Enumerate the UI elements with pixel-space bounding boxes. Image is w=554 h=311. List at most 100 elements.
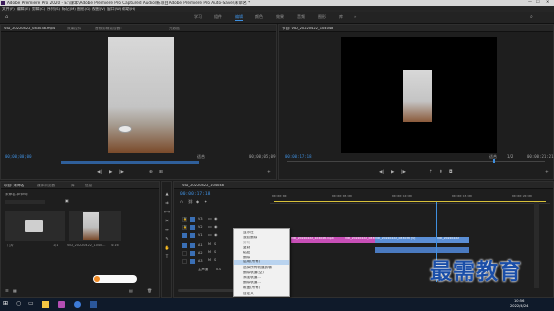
timeline-clip[interactable]: VID_20220422_083038 [V]: [375, 237, 437, 243]
task-view-icon[interactable]: ▭: [28, 301, 34, 307]
menu-marker[interactable]: 标记(M): [62, 7, 76, 11]
add-marker-icon[interactable]: ◆: [196, 200, 199, 204]
ime-toolbar[interactable]: [93, 275, 137, 283]
solo-button[interactable]: S: [214, 250, 216, 254]
workspace-editing[interactable]: 编辑: [235, 15, 243, 21]
eye-icon[interactable]: ◉: [214, 225, 218, 229]
mute-button[interactable]: M: [208, 250, 211, 254]
solo-button[interactable]: S: [214, 258, 216, 262]
menu-graphics[interactable]: 图形(G): [77, 7, 91, 11]
sync-lock-icon[interactable]: ▭: [208, 217, 212, 221]
timeline-clip[interactable]: VID_20220422: [437, 237, 469, 243]
lock-icon[interactable]: 🔒: [182, 217, 187, 222]
context-menu-item[interactable]: 剪切: [243, 241, 250, 245]
search-taskbar-icon[interactable]: ○: [16, 301, 21, 307]
timeline-clip[interactable]: VID_20220422_083038: [345, 237, 375, 243]
program-timecode-current[interactable]: 00:00:17:18: [285, 155, 312, 159]
menu-clip[interactable]: 剪辑(C): [32, 7, 45, 11]
lift-icon[interactable]: ⇡: [429, 170, 433, 176]
close-button[interactable]: ✕: [546, 0, 549, 4]
target-toggle[interactable]: [190, 233, 195, 238]
work-area-bar[interactable]: [274, 201, 546, 202]
export-frame-icon[interactable]: ◘: [449, 170, 453, 176]
workspace-effects[interactable]: 效果: [276, 15, 284, 19]
new-item-icon[interactable]: ▤: [129, 289, 133, 293]
tab-program[interactable]: 节目: VID_20220422_104048: [282, 27, 333, 31]
program-scrub-bar[interactable]: [287, 161, 545, 162]
insert-icon[interactable]: ⊕: [149, 170, 153, 176]
tab-source[interactable]: VID_20220422_083038.mp4: [4, 27, 60, 31]
workspace-learn[interactable]: 学习: [194, 15, 202, 19]
tab-info[interactable]: 信息: [85, 184, 92, 188]
tab-media-browser[interactable]: 媒体浏览器: [37, 184, 55, 188]
program-add-button-icon[interactable]: +: [545, 170, 549, 176]
word-icon[interactable]: [90, 301, 97, 308]
target-toggle[interactable]: [190, 251, 195, 256]
source-patch[interactable]: [182, 243, 187, 248]
source-patch[interactable]: [182, 233, 187, 238]
source-patch[interactable]: [182, 251, 187, 256]
program-play-icon[interactable]: ▶: [391, 170, 394, 176]
context-menu-item[interactable]: 复制: [243, 246, 250, 250]
target-toggle[interactable]: [190, 225, 195, 230]
menu-sequence[interactable]: 序列(S): [47, 7, 60, 11]
slip-tool-icon[interactable]: ↔: [164, 228, 170, 233]
mute-button[interactable]: M: [208, 258, 211, 262]
add-button-icon[interactable]: +: [267, 170, 271, 176]
minimize-button[interactable]: —: [528, 0, 532, 4]
workspace-color[interactable]: 颜色: [255, 15, 263, 19]
hand-tool-icon[interactable]: ✋: [164, 246, 170, 251]
menu-file[interactable]: 文件(F): [2, 7, 15, 11]
wrench-icon[interactable]: ✦: [204, 200, 207, 204]
menu-edit[interactable]: 编辑(E): [17, 7, 30, 11]
target-toggle[interactable]: [190, 259, 195, 264]
audio-clip[interactable]: [375, 247, 469, 253]
program-playhead[interactable]: [493, 159, 495, 163]
eye-icon[interactable]: ◉: [214, 217, 218, 221]
tab-sequence[interactable]: VID_20220422_104048: [182, 184, 224, 188]
context-menu-item[interactable]: 删除轨道(空): [243, 271, 264, 275]
eye-icon[interactable]: ◉: [214, 233, 218, 237]
program-step-back-icon[interactable]: ◀|: [379, 170, 384, 176]
tab-effect-controls[interactable]: 效果控件: [67, 27, 81, 31]
ripple-edit-icon[interactable]: ⟷: [164, 210, 170, 215]
workspace-assembly[interactable]: 组件: [214, 15, 222, 19]
razor-tool-icon[interactable]: ✂: [164, 219, 170, 224]
selection-tool-icon[interactable]: ▲: [164, 192, 170, 197]
play-icon[interactable]: ▶: [109, 170, 112, 176]
windows-start-icon[interactable]: ⊞: [3, 301, 8, 307]
time-ruler[interactable]: 00:00:00 00:00:05:00 00:00:10:00 00:00:1…: [270, 192, 550, 204]
search-icon[interactable]: ⌕: [530, 15, 533, 20]
icon-view-icon[interactable]: ▦: [13, 289, 17, 293]
snap-icon[interactable]: ∩: [180, 200, 183, 204]
program-resolution-dropdown[interactable]: 1/2: [507, 155, 513, 159]
source-fit-dropdown[interactable]: 适合: [197, 155, 205, 159]
menu-help[interactable]: 帮助(H): [122, 7, 135, 11]
clock-date[interactable]: 2022/4/24: [510, 304, 528, 309]
step-back-icon[interactable]: ◀|: [97, 170, 102, 176]
sync-lock-icon[interactable]: ▭: [208, 225, 212, 229]
more-workspaces-icon[interactable]: »: [354, 15, 356, 19]
type-tool-icon[interactable]: T: [164, 255, 170, 260]
context-menu-item[interactable]: 添加轨道...: [243, 276, 261, 280]
target-toggle[interactable]: [190, 217, 195, 222]
tab-metadata[interactable]: 元数据: [169, 27, 180, 31]
timeline-timecode[interactable]: 00:00:17:18: [180, 192, 210, 198]
context-menu-item[interactable]: 自定义: [243, 292, 254, 296]
list-item[interactable]: [69, 211, 121, 241]
source-patch[interactable]: [182, 259, 187, 264]
premiere-taskbar-icon[interactable]: [58, 301, 65, 308]
linked-selection-icon[interactable]: ⛓: [188, 200, 193, 204]
browser-icon[interactable]: [74, 301, 81, 308]
new-bin-icon[interactable]: ▣: [65, 199, 69, 203]
context-menu-item[interactable]: 覆盖(所有): [243, 286, 260, 290]
project-search-input[interactable]: [5, 200, 45, 204]
pen-tool-icon[interactable]: ✎: [164, 237, 170, 242]
menu-window[interactable]: 窗口(W): [107, 7, 121, 11]
context-menu-item[interactable]: 选择所有轨道剪辑: [243, 266, 272, 270]
source-scrub-bar[interactable]: [61, 161, 199, 164]
file-explorer-icon[interactable]: [42, 301, 49, 308]
extract-icon[interactable]: ⇞: [439, 170, 443, 176]
solo-button[interactable]: S: [214, 242, 216, 246]
target-toggle[interactable]: [190, 243, 195, 248]
